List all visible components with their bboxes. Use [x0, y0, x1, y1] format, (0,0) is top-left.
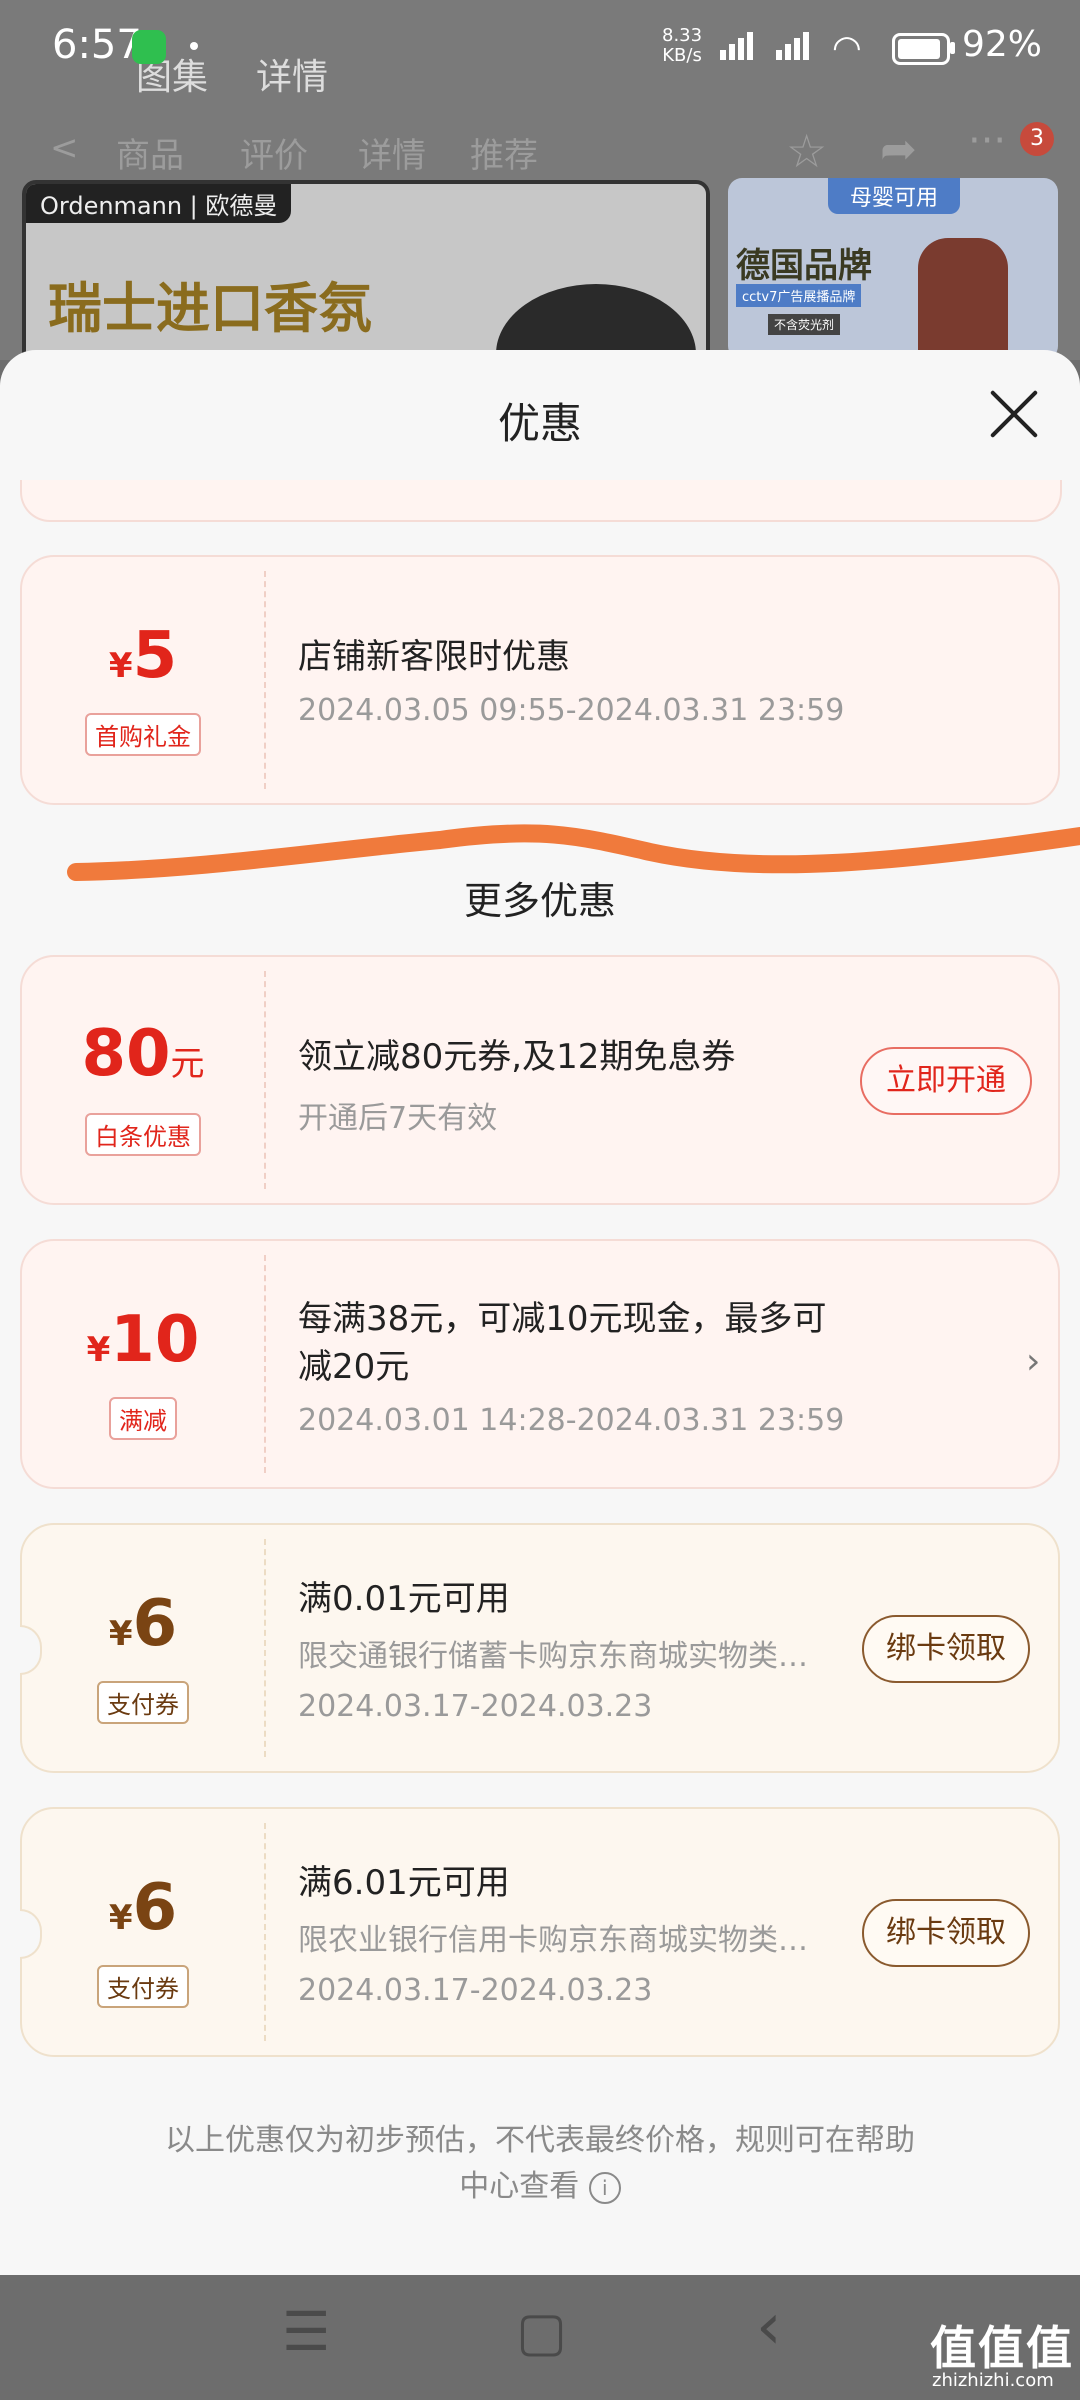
battery-icon: [892, 33, 950, 65]
nav-reviews[interactable]: 评价: [240, 128, 308, 177]
battery-tip: [950, 42, 955, 54]
home-icon[interactable]: ▢: [516, 2300, 567, 2363]
banner2-title: 德国品牌: [736, 246, 872, 286]
wifi-icon: ◠: [832, 28, 862, 68]
product-banner: Ordenmann | 欧德曼 瑞士进口香氛: [22, 180, 710, 368]
close-icon[interactable]: [988, 388, 1040, 440]
more-icon[interactable]: ···: [968, 118, 1006, 164]
coupon-amount: 80元: [81, 1017, 205, 1091]
coupon-title: 满0.01元可用: [298, 1579, 510, 1619]
activate-button[interactable]: 立即开通: [860, 1047, 1032, 1115]
battery-percent: 92%: [962, 24, 1043, 65]
banner-brand: Ordenmann | 欧德曼: [26, 184, 292, 223]
coupon-tag: 白条优惠: [22, 1113, 264, 1156]
product-banner-2: 母婴可用 德国品牌 cctv7广告展播品牌 不含荧光剂: [728, 178, 1058, 360]
star-icon[interactable]: ☆: [786, 124, 827, 178]
coupon-card-manjian[interactable]: ¥10 满减 每满38元，可减10元现金，最多可 减20元 2024.03.01…: [20, 1239, 1060, 1489]
menu-icon[interactable]: ☰: [282, 2300, 330, 2363]
coupon-card-baitiao[interactable]: 80元 白条优惠 领立减80元券,及12期免息券 开通后7天有效 立即开通: [20, 955, 1060, 1205]
watermark: 值值值: [930, 2321, 1074, 2375]
bind-card-button[interactable]: 绑卡领取: [862, 1899, 1030, 1967]
info-icon[interactable]: i: [588, 2171, 621, 2204]
coupon-card-pay[interactable]: ¥6 支付券 满0.01元可用 限交通银行储蓄卡购京东商城实物类… 2024.0…: [20, 1523, 1060, 1773]
back-arrow-icon[interactable]: <: [50, 128, 79, 168]
network-speed-value: 8.33: [662, 25, 703, 46]
more-offers-title: 更多优惠: [463, 879, 616, 923]
status-time: 6:57: [52, 22, 142, 68]
watermark-url: zhizhizhi.com: [932, 2370, 1054, 2391]
network-speed-unit: KB/s: [662, 45, 702, 66]
coupon-amount: ¥5: [108, 619, 178, 693]
signal-icon: [720, 30, 754, 60]
coupon-tag: 支付券: [22, 1965, 264, 2008]
banner2-tag: 母婴可用: [828, 178, 961, 214]
disclaimer-line2: 中心查看: [459, 2169, 580, 2204]
nav-details[interactable]: 详情: [358, 128, 426, 177]
coupon-title: 领立减80元券,及12期免息券: [298, 1037, 736, 1077]
coupon-tag: 首购礼金: [22, 713, 264, 756]
notification-dot-icon: [190, 42, 198, 50]
coupon-card-pay[interactable]: ¥6 支付券 满6.01元可用 限农业银行信用卡购京东商城实物类… 2024.0…: [20, 1807, 1060, 2057]
coupon-title-line2: 减20元: [298, 1347, 410, 1387]
share-icon[interactable]: ➦: [880, 124, 917, 175]
coupon-title-line1: 每满38元，可减10元现金，最多可: [298, 1299, 827, 1339]
network-speed: 8.33 KB/s: [662, 26, 702, 66]
signal-icon-2: [776, 30, 810, 60]
coupon-title: 满6.01元可用: [298, 1863, 510, 1903]
nav-recommend[interactable]: 推荐: [470, 128, 538, 177]
status-bar: 6:57 8.33 KB/s ◠ 92%: [0, 0, 1080, 95]
coupon-card-partial: [20, 480, 1062, 522]
coupon-restriction: 限交通银行储蓄卡购京东商城实物类…: [298, 1639, 808, 1674]
wechat-icon: [132, 30, 166, 64]
coupon-card[interactable]: ¥5 首购礼金 店铺新客限时优惠 2024.03.05 09:55-2024.0…: [20, 555, 1060, 805]
banner2-sub2: 不含荧光剂: [768, 314, 841, 335]
coupon-period: 2024.03.17-2024.03.23: [298, 1973, 653, 2008]
coupon-restriction: 限农业银行信用卡购京东商城实物类…: [298, 1923, 808, 1958]
battery-fill: [898, 39, 940, 59]
banner2-sub: cctv7广告展播品牌: [736, 284, 862, 307]
coupon-period: 2024.03.17-2024.03.23: [298, 1689, 653, 1724]
coupon-period: 2024.03.01 14:28-2024.03.31 23:59: [298, 1403, 845, 1438]
coupon-tag: 支付券: [22, 1681, 264, 1724]
banner-headline: 瑞士进口香氛: [48, 276, 372, 340]
bind-card-button[interactable]: 绑卡领取: [862, 1615, 1030, 1683]
coupon-tag: 满减: [22, 1397, 264, 1440]
disclaimer: 以上优惠仅为初步预估，不代表最终价格，规则可在帮助 中心查看 i: [130, 2118, 950, 2210]
coupon-amount: ¥6: [108, 1871, 178, 1945]
coupon-amount: ¥10: [86, 1303, 200, 1377]
coupon-period: 2024.03.05 09:55-2024.03.31 23:59: [298, 693, 845, 728]
disclaimer-line1: 以上优惠仅为初步预估，不代表最终价格，规则可在帮助: [165, 2123, 915, 2158]
bottle-image: [918, 238, 1008, 360]
cart-badge: 3: [1020, 122, 1054, 156]
coupon-validity: 开通后7天有效: [298, 1101, 498, 1136]
chevron-right-icon[interactable]: ›: [1026, 1341, 1040, 1382]
sheet-title: 优惠: [497, 399, 582, 448]
coupon-title: 店铺新客限时优惠: [298, 637, 570, 677]
back-icon[interactable]: ‹: [756, 2290, 782, 2364]
nav-product[interactable]: 商品: [116, 128, 184, 177]
coupon-amount: ¥6: [108, 1587, 178, 1661]
